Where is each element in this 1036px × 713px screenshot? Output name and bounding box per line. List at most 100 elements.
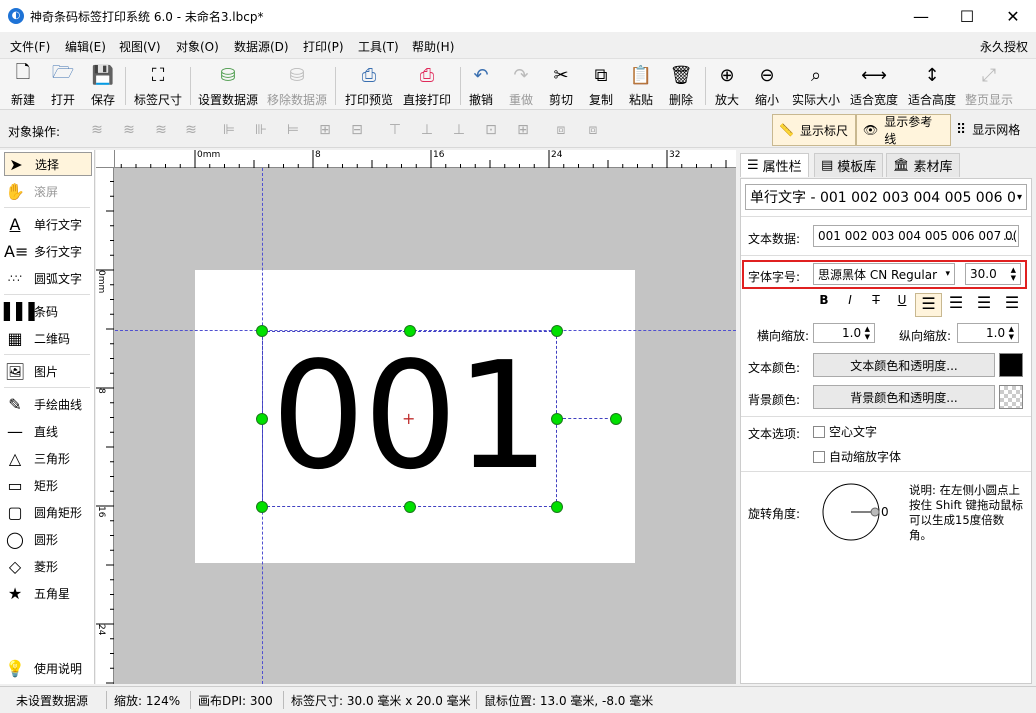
align-right-icon[interactable]: ⊨ bbox=[282, 120, 304, 140]
tool-diamond[interactable]: ◇ 菱形 bbox=[4, 554, 92, 578]
save-button[interactable]: 💾 保存 bbox=[88, 63, 118, 109]
label-size-button[interactable]: ⛶ 标签尺寸 bbox=[132, 63, 184, 109]
tool-freehand[interactable]: ✎ 手绘曲线 bbox=[4, 392, 92, 416]
align-center-icon[interactable]: ⊪ bbox=[250, 120, 272, 140]
tool-rounded-rectangle[interactable]: ▢ 圆角矩形 bbox=[4, 500, 92, 524]
menu-edit[interactable]: 编辑(E) bbox=[65, 38, 106, 55]
resize-handle-ne[interactable] bbox=[551, 325, 563, 337]
tab-assets[interactable]: 🏛 素材库 bbox=[886, 153, 960, 177]
undo-button[interactable]: ↶ 撤销 bbox=[467, 63, 495, 109]
direct-print-button[interactable]: ⎙ 直接打印 bbox=[401, 63, 453, 109]
tool-star[interactable]: ★ 五角星 bbox=[4, 581, 92, 605]
tab-templates[interactable]: ▤ 模板库 bbox=[814, 153, 884, 177]
close-button[interactable]: ✕ bbox=[990, 0, 1036, 32]
remove-datasource-button[interactable]: ⛁ 移除数据源 bbox=[266, 63, 328, 109]
align-right-icon[interactable]: ☰ bbox=[970, 293, 998, 315]
bg-color-swatch[interactable] bbox=[999, 385, 1023, 409]
redo-button[interactable]: ↷ 重做 bbox=[507, 63, 535, 109]
menu-help[interactable]: 帮助(H) bbox=[412, 38, 454, 55]
bring-forward-icon[interactable]: ≋ bbox=[118, 120, 140, 140]
vscale-spinner[interactable]: 1.0 ▲ ▼ bbox=[957, 323, 1019, 343]
resize-handle-n[interactable] bbox=[404, 325, 416, 337]
align-left-icon[interactable]: ☰ bbox=[915, 293, 942, 317]
menu-tools[interactable]: 工具(T) bbox=[358, 38, 399, 55]
tool-select[interactable]: ➤ 选择 bbox=[4, 152, 92, 176]
resize-handle-sw[interactable] bbox=[256, 501, 268, 513]
space-h-icon[interactable]: ⊟ bbox=[346, 120, 368, 140]
bg-color-button[interactable]: 背景颜色和透明度... bbox=[813, 385, 995, 409]
resize-handle-s[interactable] bbox=[404, 501, 416, 513]
actual-size-button[interactable]: ⌕ 实际大小 bbox=[791, 63, 841, 109]
rotate-handle[interactable] bbox=[610, 413, 622, 425]
menu-file[interactable]: 文件(F) bbox=[10, 38, 50, 55]
resize-handle-se[interactable] bbox=[551, 501, 563, 513]
font-name-select[interactable]: 思源黑体 CN Regular ▾ bbox=[813, 263, 955, 285]
hollow-text-checkbox[interactable]: 空心文字 bbox=[813, 423, 877, 440]
tool-single-line-text[interactable]: A 单行文字 bbox=[4, 212, 92, 236]
show-guides-toggle[interactable]: 👁 显示参考线 bbox=[856, 114, 951, 146]
tool-scroll[interactable]: ✋ 滚屏 bbox=[4, 179, 92, 203]
distribute-h-icon[interactable]: ⊞ bbox=[314, 120, 336, 140]
show-ruler-toggle[interactable]: 📏 显示标尺 bbox=[772, 114, 856, 146]
text-data-more-button[interactable]: ... bbox=[1003, 229, 1014, 243]
align-top-icon[interactable]: ⊤ bbox=[384, 120, 406, 140]
tool-triangle[interactable]: △ 三角形 bbox=[4, 446, 92, 470]
hscale-spinner[interactable]: 1.0 ▲ ▼ bbox=[813, 323, 875, 343]
zoom-out-button[interactable]: ⊖ 缩小 bbox=[753, 63, 781, 109]
align-center-icon[interactable]: ☰ bbox=[942, 293, 970, 315]
text-color-swatch[interactable] bbox=[999, 353, 1023, 377]
same-height-icon[interactable]: ⧈ bbox=[582, 120, 604, 140]
set-datasource-button[interactable]: ⛁ 设置数据源 bbox=[197, 63, 259, 109]
show-grid-toggle[interactable]: ⠿ 显示网格 bbox=[956, 121, 1020, 138]
full-page-button[interactable]: ⤢ 整页显示 bbox=[964, 63, 1014, 109]
font-size-spinner[interactable]: 30.0 ▲ ▼ bbox=[965, 263, 1021, 285]
text-data-field[interactable]: 001 002 003 004 005 006 007 0( bbox=[813, 225, 1019, 247]
open-button[interactable]: 🗁 打开 bbox=[48, 62, 78, 109]
italic-icon[interactable]: I bbox=[837, 293, 863, 315]
same-width-icon[interactable]: ⧈ bbox=[550, 120, 572, 140]
paste-button[interactable]: 📋 粘贴 bbox=[627, 63, 655, 109]
fit-height-button[interactable]: ↕ 适合高度 bbox=[907, 63, 957, 109]
align-middle-icon[interactable]: ⊥ bbox=[416, 120, 438, 140]
strikethrough-icon[interactable]: T bbox=[863, 293, 889, 315]
tool-image[interactable]: 🖼 图片 bbox=[4, 359, 92, 383]
bold-icon[interactable]: B bbox=[811, 293, 837, 315]
tool-circle[interactable]: ◯ 圆形 bbox=[4, 527, 92, 551]
tool-qrcode[interactable]: ▦ 二维码 bbox=[4, 326, 92, 350]
cut-button[interactable]: ✂ 剪切 bbox=[547, 63, 575, 109]
menu-datasource[interactable]: 数据源(D) bbox=[234, 38, 289, 55]
justify-icon[interactable]: ☰ bbox=[998, 293, 1026, 315]
new-button[interactable]: 🗋 新建 bbox=[8, 62, 38, 109]
send-backward-icon[interactable]: ≋ bbox=[150, 120, 172, 140]
maximize-button[interactable]: ☐ bbox=[944, 0, 990, 32]
tool-barcode[interactable]: ▌▌▌ 条码 bbox=[4, 299, 92, 323]
zoom-in-button[interactable]: ⊕ 放大 bbox=[713, 63, 741, 109]
resize-handle-e[interactable] bbox=[551, 413, 563, 425]
menu-view[interactable]: 视图(V) bbox=[119, 38, 161, 55]
align-bottom-icon[interactable]: ⊥ bbox=[448, 120, 470, 140]
align-left-icon[interactable]: ⊫ bbox=[218, 120, 240, 140]
tool-line[interactable]: — 直线 bbox=[4, 419, 92, 443]
tool-rectangle[interactable]: ▭ 矩形 bbox=[4, 473, 92, 497]
space-v-icon[interactable]: ⊞ bbox=[512, 120, 534, 140]
tool-arc-text[interactable]: ∴∵ 圆弧文字 bbox=[4, 266, 92, 290]
help-button[interactable]: 💡 使用说明 bbox=[4, 656, 92, 680]
print-preview-button[interactable]: ⎙ 打印预览 bbox=[343, 63, 395, 109]
menu-object[interactable]: 对象(O) bbox=[176, 38, 219, 55]
copy-button[interactable]: ⧉ 复制 bbox=[587, 63, 615, 109]
bring-to-front-icon[interactable]: ≋ bbox=[86, 120, 108, 140]
menu-print[interactable]: 打印(P) bbox=[303, 38, 344, 55]
tool-multi-line-text[interactable]: A≡ 多行文字 bbox=[4, 239, 92, 263]
delete-button[interactable]: 🗑 删除 bbox=[667, 63, 695, 109]
text-color-button[interactable]: 文本颜色和透明度... bbox=[813, 353, 995, 377]
autoscale-font-checkbox[interactable]: 自动缩放字体 bbox=[813, 448, 901, 465]
underline-icon[interactable]: U bbox=[889, 293, 915, 315]
send-to-back-icon[interactable]: ≋ bbox=[180, 120, 202, 140]
resize-handle-nw[interactable] bbox=[256, 325, 268, 337]
distribute-v-icon[interactable]: ⊡ bbox=[480, 120, 502, 140]
minimize-button[interactable]: — bbox=[898, 0, 944, 32]
resize-handle-w[interactable] bbox=[256, 413, 268, 425]
fit-width-button[interactable]: ⟷ 适合宽度 bbox=[849, 63, 899, 109]
tab-properties[interactable]: ☰ 属性栏 bbox=[740, 153, 809, 177]
object-select[interactable]: 单行文字 - 001 002 003 004 005 006 0 ▾ bbox=[745, 184, 1027, 210]
